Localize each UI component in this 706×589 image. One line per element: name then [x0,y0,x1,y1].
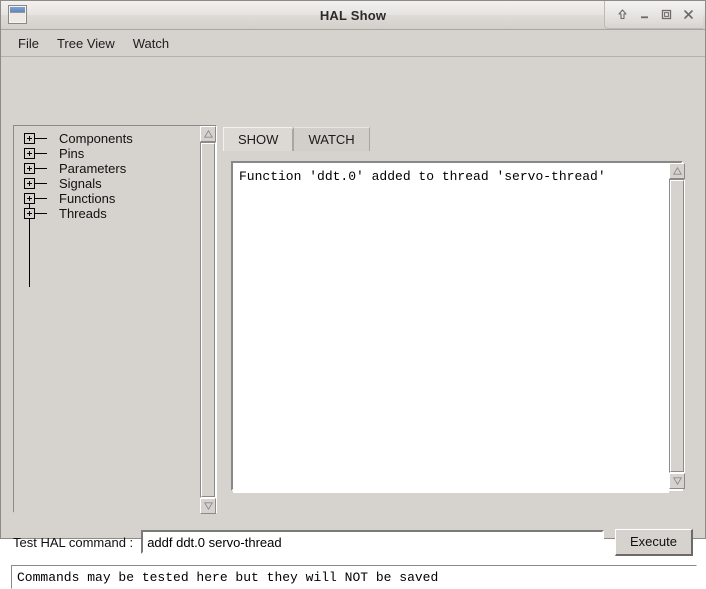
tab-label: WATCH [308,132,354,147]
window-controls [604,1,703,29]
window-title: HAL Show [1,8,705,23]
plus-box-icon[interactable] [24,193,35,204]
tree-item-pins[interactable]: Pins [24,146,200,161]
output-line: Function 'ddt.0' added to thread 'servo-… [239,169,669,184]
scroll-trough[interactable] [669,179,685,473]
hal-tree[interactable]: Components Pins Parameters Signals [14,126,200,514]
plus-box-icon[interactable] [24,148,35,159]
command-row: Test HAL command : addf ddt.0 servo-thre… [1,523,705,561]
tree-item-components[interactable]: Components [24,131,200,146]
tree-connector-line [35,168,47,169]
tree-item-label: Components [59,131,133,146]
scroll-up-arrow-icon[interactable] [200,126,216,142]
hal-show-window: HAL Show [0,0,706,539]
window-icon[interactable] [8,5,27,24]
tree-panel: Components Pins Parameters Signals [13,125,217,513]
tree-connector-line [35,213,47,214]
title-bar: HAL Show [1,1,705,30]
tree-connector-line [35,183,47,184]
status-bar: Commands may be tested here but they wil… [11,565,697,589]
window-icon-body [10,13,25,22]
plus-box-icon[interactable] [24,208,35,219]
tree-item-label: Parameters [59,161,126,176]
plus-box-icon[interactable] [24,178,35,189]
tree-item-label: Threads [59,206,107,221]
tab-bar: SHOW WATCH [223,125,370,151]
maximize-button[interactable] [655,4,677,26]
minimize-button[interactable] [633,4,655,26]
menu-item-file[interactable]: File [9,33,48,54]
tree-item-signals[interactable]: Signals [24,176,200,191]
output-vertical-scrollbar[interactable] [669,163,685,489]
tab-watch[interactable]: WATCH [293,127,369,151]
command-input[interactable]: addf ddt.0 servo-thread [141,530,604,554]
scroll-trough[interactable] [200,142,216,498]
execute-button[interactable]: Execute [615,529,693,556]
tree-connector-line [35,138,47,139]
main-content: Components Pins Parameters Signals [1,57,705,538]
scroll-thumb[interactable] [201,143,215,497]
command-label: Test HAL command : [13,535,133,550]
tree-item-threads[interactable]: Threads [24,206,200,221]
show-output-text[interactable]: Function 'ddt.0' added to thread 'servo-… [233,163,669,493]
shade-button[interactable] [611,4,633,26]
scroll-down-arrow-icon[interactable] [200,498,216,514]
tree-item-label: Pins [59,146,84,161]
tree-item-label: Signals [59,176,102,191]
notebook: SHOW WATCH Function 'ddt.0' added to thr… [223,125,695,500]
scroll-down-arrow-icon[interactable] [669,473,685,489]
plus-box-icon[interactable] [24,133,35,144]
tree-connector-line [35,153,47,154]
show-output-frame: Function 'ddt.0' added to thread 'servo-… [231,161,683,491]
menu-item-watch[interactable]: Watch [124,33,178,54]
tab-label: SHOW [238,132,278,147]
scroll-up-arrow-icon[interactable] [669,163,685,179]
scroll-thumb[interactable] [670,180,684,472]
tree-connector-line [35,198,47,199]
tab-show[interactable]: SHOW [223,127,292,151]
tree-item-label: Functions [59,191,115,206]
tree-item-parameters[interactable]: Parameters [24,161,200,176]
menu-item-tree-view[interactable]: Tree View [48,33,124,54]
close-button[interactable] [677,4,699,26]
plus-box-icon[interactable] [24,163,35,174]
tree-vertical-scrollbar[interactable] [200,126,216,514]
menu-bar: File Tree View Watch [1,30,705,57]
tree-item-functions[interactable]: Functions [24,191,200,206]
